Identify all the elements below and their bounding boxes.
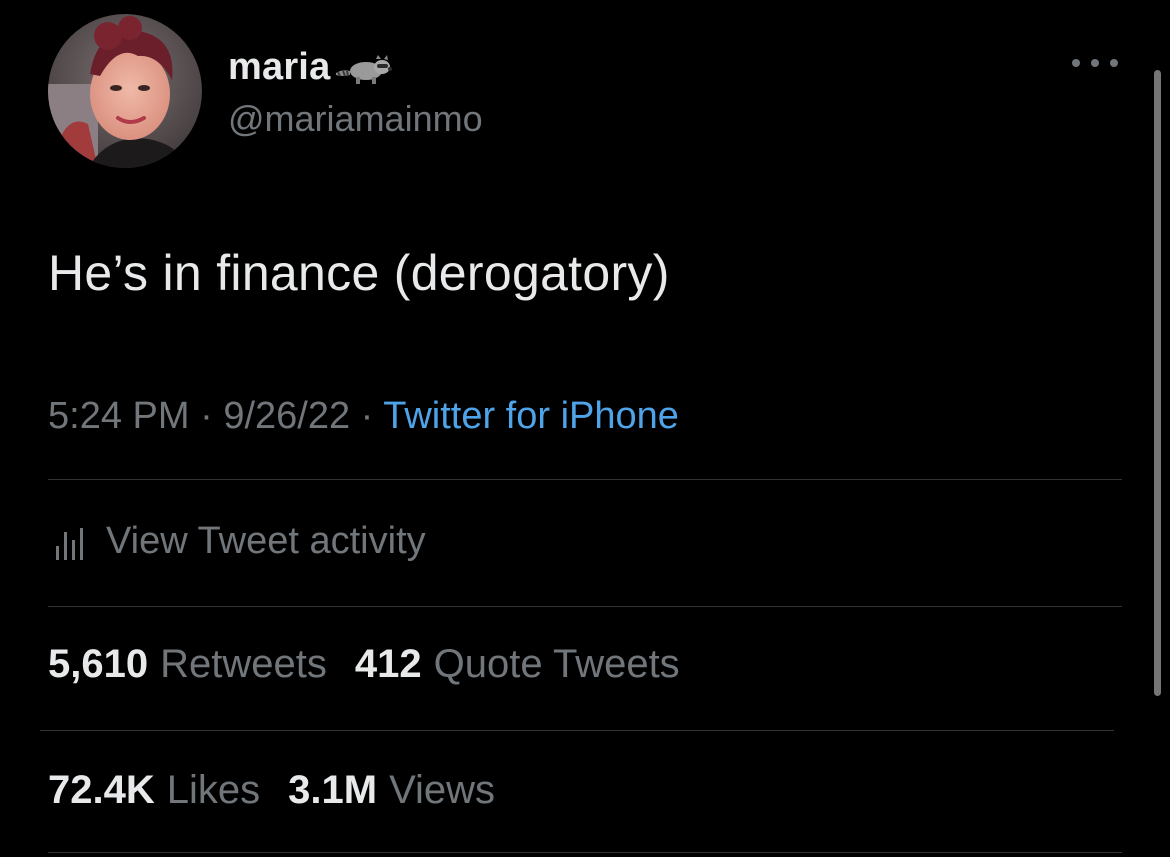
views-stat[interactable]: 3.1M Views <box>288 768 495 813</box>
quote-tweets-label: Quote Tweets <box>433 642 680 686</box>
tweet-text: He’s in finance (derogatory) <box>48 245 670 301</box>
quote-tweets-count: 412 <box>354 642 422 686</box>
author-handle[interactable]: @mariamainmo <box>228 98 483 140</box>
views-label: Views <box>389 768 496 812</box>
meta-separator: · <box>200 395 224 437</box>
author-name-row[interactable]: maria <box>228 42 396 92</box>
tweet-time[interactable]: 5:24 PM <box>48 395 190 437</box>
tweet-meta: 5:24 PM · 9/26/22 · Twitter for iPhone <box>48 390 679 442</box>
meta-separator: · <box>360 395 384 437</box>
retweets-label: Retweets <box>160 642 327 686</box>
more-icon-dot <box>1110 59 1118 67</box>
retweets-stat[interactable]: 5,610 Retweets <box>48 642 327 687</box>
tweet-date[interactable]: 9/26/22 <box>223 395 350 437</box>
display-name[interactable]: maria <box>228 46 330 89</box>
quote-tweets-stat[interactable]: 412 Quote Tweets <box>355 642 680 687</box>
bar-chart-icon <box>56 528 83 560</box>
likes-stats-row: 72.4K Likes 3.1M Views <box>48 768 523 813</box>
likes-label: Likes <box>166 768 261 812</box>
likes-stat[interactable]: 72.4K Likes <box>48 768 260 813</box>
views-count: 3.1M <box>288 768 378 812</box>
divider <box>40 730 1114 731</box>
divider <box>48 479 1122 480</box>
view-tweet-activity-button[interactable]: View Tweet activity <box>48 512 426 570</box>
likes-count: 72.4K <box>48 768 155 812</box>
divider <box>48 606 1122 607</box>
retweet-stats-row: 5,610 Retweets 412 Quote Tweets <box>48 642 708 687</box>
more-options-button[interactable] <box>1070 48 1120 78</box>
retweets-count: 5,610 <box>48 642 149 686</box>
scrollbar[interactable] <box>1154 70 1161 696</box>
more-icon <box>1072 59 1080 67</box>
tweet-source-link[interactable]: Twitter for iPhone <box>383 395 679 437</box>
view-tweet-activity-label: View Tweet activity <box>106 519 426 562</box>
avatar[interactable] <box>48 14 202 168</box>
raccoon-icon <box>334 47 396 87</box>
avatar-image <box>48 14 202 168</box>
more-icon-dot <box>1091 59 1099 67</box>
divider <box>48 852 1122 853</box>
